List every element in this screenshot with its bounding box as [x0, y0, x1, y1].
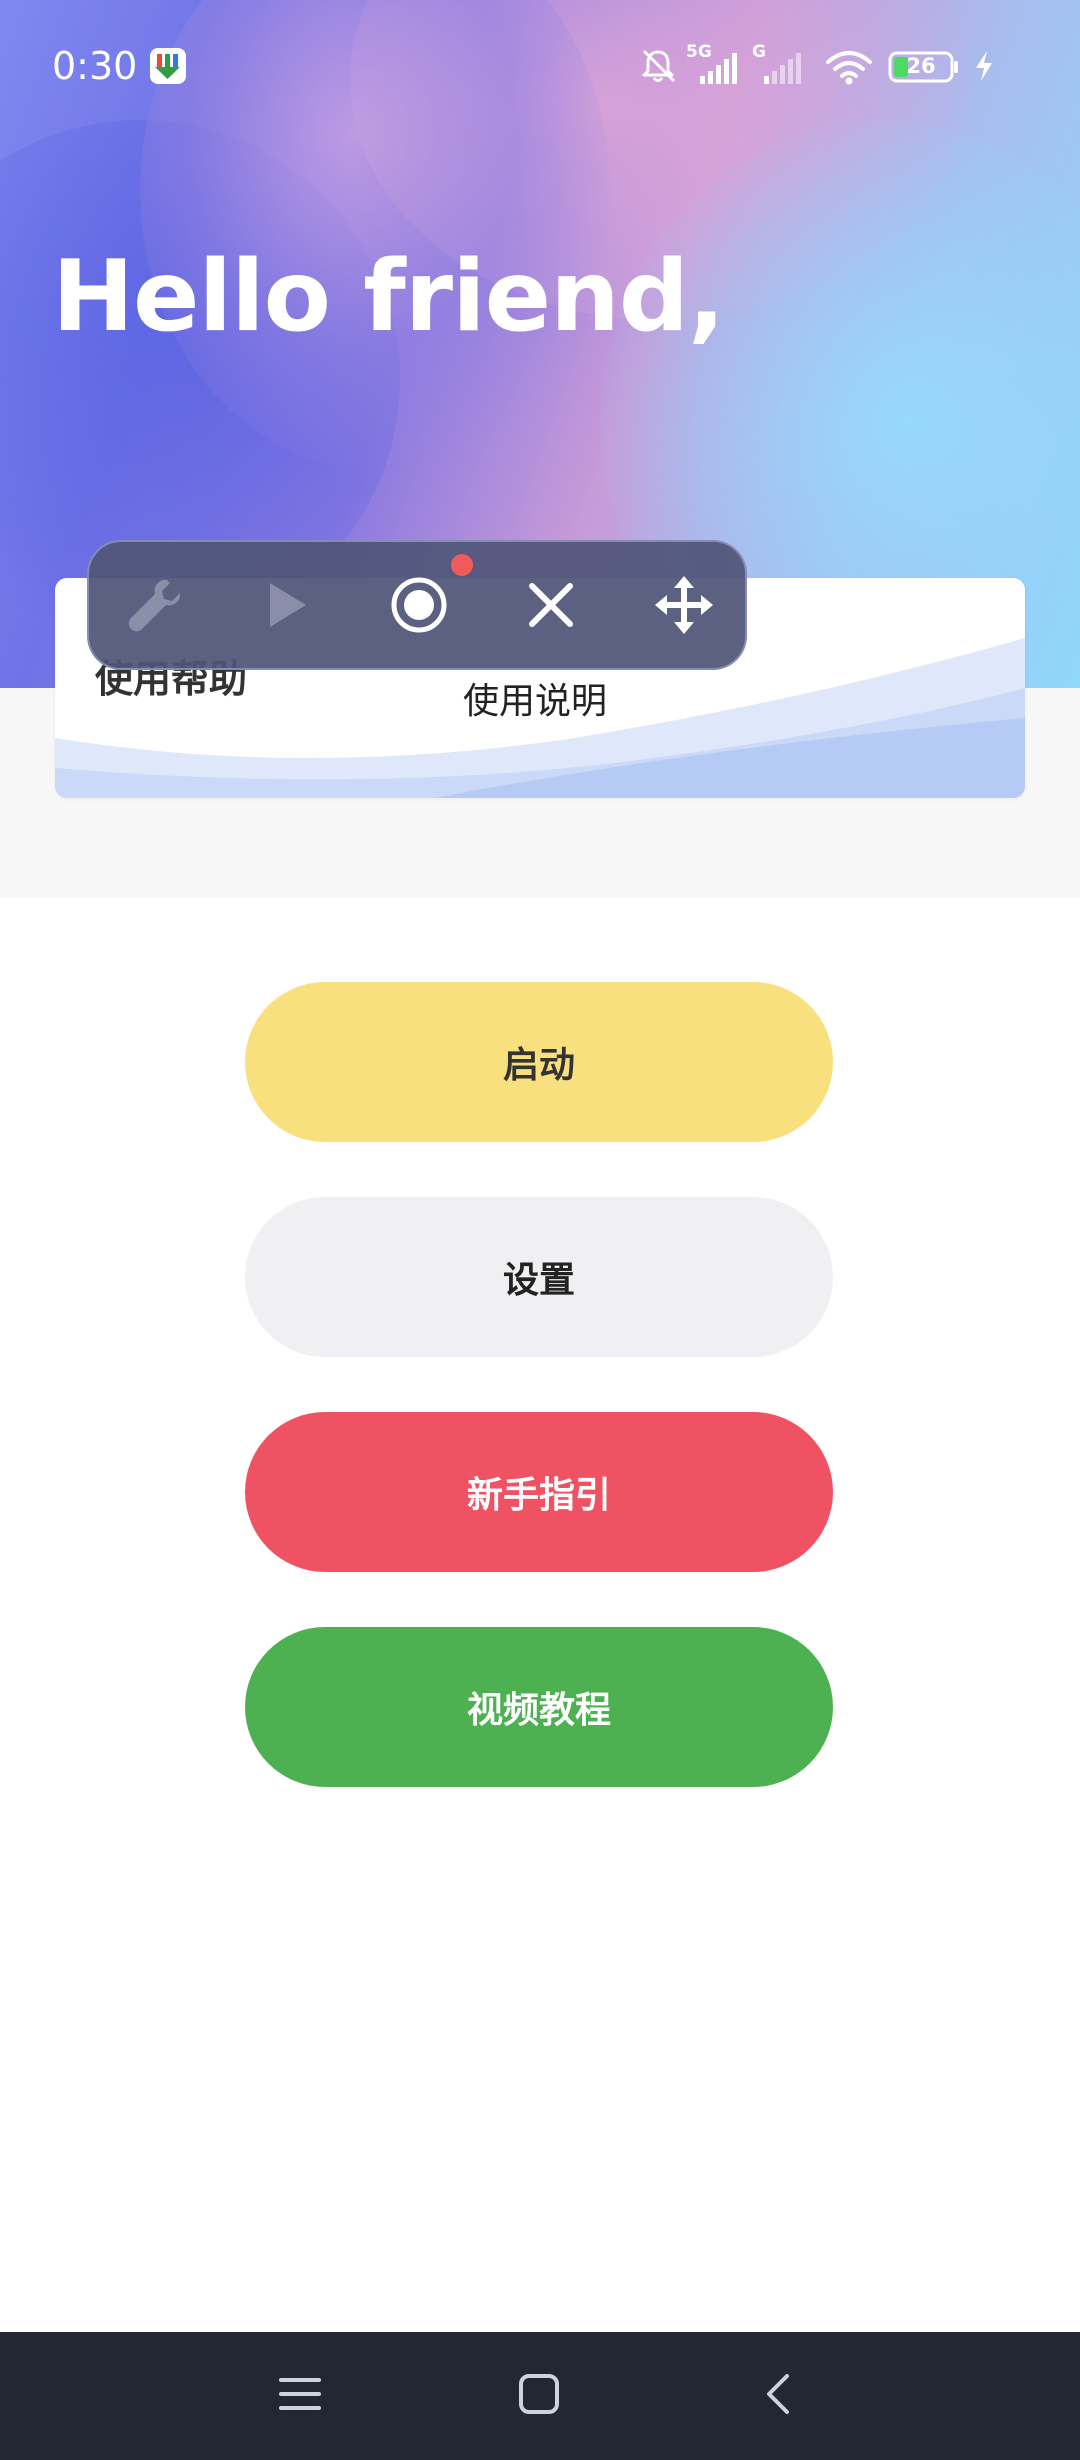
- record-indicator-dot: [451, 554, 473, 576]
- play-button[interactable]: [246, 567, 326, 647]
- wrench-icon: [123, 574, 185, 640]
- status-icons: 5G G 26: [638, 42, 1038, 86]
- home-button[interactable]: [509, 2366, 569, 2426]
- floating-toolbar[interactable]: [87, 540, 747, 670]
- main-panel: 启动 设置 新手指引 视频教程: [0, 898, 1080, 2332]
- battery-icon: 26: [888, 46, 960, 86]
- beginner-guide-button[interactable]: 新手指引: [245, 1412, 833, 1572]
- recents-button[interactable]: [270, 2366, 330, 2426]
- move-toolbar-handle[interactable]: [644, 567, 724, 647]
- back-icon: [756, 2371, 802, 2421]
- charging-icon: [972, 46, 996, 90]
- move-icon: [653, 574, 715, 640]
- wrench-button[interactable]: [114, 567, 194, 647]
- menu-icon: [277, 2371, 323, 2421]
- play-icon: [258, 577, 314, 637]
- signal-5g-icon: 5G: [686, 42, 750, 86]
- greeting-title: Hello friend,: [52, 240, 725, 354]
- usage-instructions-link[interactable]: 使用说明: [463, 672, 607, 724]
- battery-level: 26: [906, 54, 936, 78]
- close-toolbar-button[interactable]: [511, 567, 591, 647]
- wifi-icon: [824, 46, 874, 90]
- video-tutorial-button[interactable]: 视频教程: [245, 1627, 833, 1787]
- start-button[interactable]: 启动: [245, 982, 833, 1142]
- status-bar: 0:30 5G G 26: [0, 0, 1080, 136]
- record-button[interactable]: [379, 567, 459, 647]
- back-button[interactable]: [749, 2366, 809, 2426]
- signal-g-icon: G: [752, 42, 812, 86]
- home-icon: [516, 2371, 562, 2421]
- close-icon: [524, 578, 578, 636]
- mute-bell-icon: [638, 46, 678, 90]
- navigation-bar: [0, 2332, 1080, 2460]
- settings-button[interactable]: 设置: [245, 1197, 833, 1357]
- download-app-icon: [150, 48, 186, 84]
- status-time: 0:30: [52, 44, 138, 88]
- record-icon: [389, 575, 449, 639]
